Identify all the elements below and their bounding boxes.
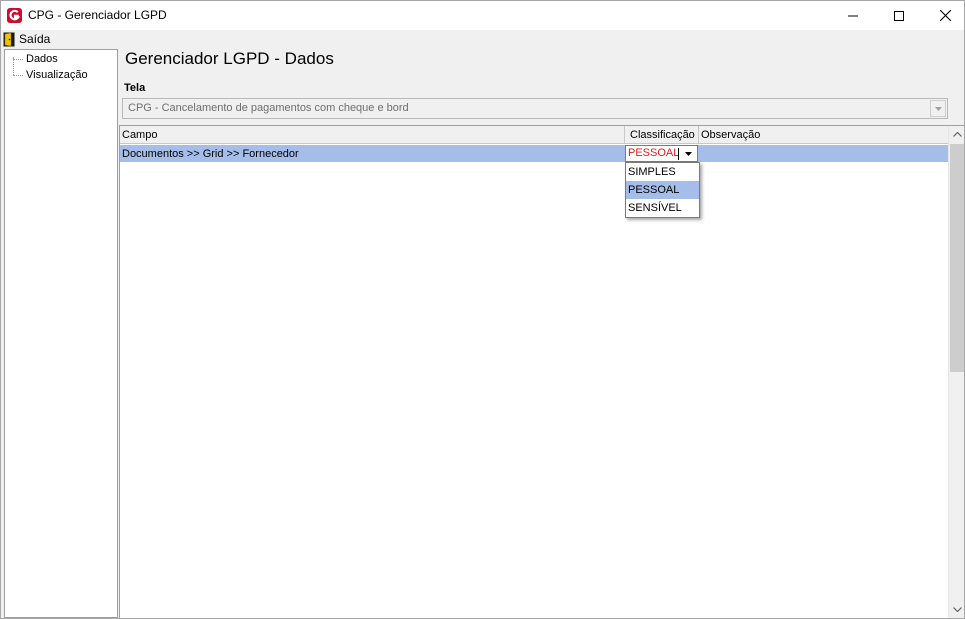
cpg-logo-icon: [7, 8, 22, 23]
classificacao-dropdown-list: SIMPLES PESSOAL SENSÍVEL: [625, 162, 700, 218]
tree-item-label: Visualização: [26, 69, 88, 81]
maximize-icon: [894, 10, 904, 21]
maximize-button[interactable]: [876, 1, 922, 30]
app-window: CPG - Gerenciador LGPD Saída Dados Visua…: [0, 0, 965, 619]
tela-combobox-button[interactable]: [930, 100, 946, 117]
tree-item-label: Dados: [26, 53, 58, 65]
chevron-down-icon: [685, 151, 692, 156]
title-bar[interactable]: CPG - Gerenciador LGPD: [1, 1, 964, 30]
scroll-down-button[interactable]: [949, 601, 964, 618]
tela-label: Tela: [124, 82, 146, 94]
chevron-down-icon: [934, 106, 942, 111]
window-title: CPG - Gerenciador LGPD: [28, 8, 167, 22]
exit-door-icon: [3, 32, 15, 46]
scroll-up-button[interactable]: [949, 126, 964, 143]
menu-item-saida[interactable]: Saída: [3, 30, 50, 48]
close-icon: [939, 10, 951, 21]
classificacao-editor-value: PESSOAL: [628, 147, 680, 159]
dropdown-option-simples[interactable]: SIMPLES: [626, 163, 699, 181]
classificacao-dropdown-button[interactable]: [680, 146, 697, 161]
minimize-icon: [848, 15, 858, 16]
grid-header: Campo Classificação Observação: [120, 126, 948, 144]
scrollbar-thumb[interactable]: [950, 144, 964, 372]
dropdown-option-pessoal[interactable]: PESSOAL: [626, 181, 699, 199]
tela-combobox-value: CPG - Cancelamento de pagamentos com che…: [128, 102, 409, 114]
column-header-campo[interactable]: Campo: [120, 126, 625, 143]
table-row[interactable]: Documentos >> Grid >> Fornecedor: [120, 145, 948, 162]
data-grid: Campo Classificação Observação Documento…: [119, 125, 964, 618]
close-button[interactable]: [922, 1, 964, 30]
page-title: Gerenciador LGPD - Dados: [125, 49, 334, 68]
vertical-scrollbar[interactable]: [948, 126, 964, 618]
tela-combobox[interactable]: CPG - Cancelamento de pagamentos com che…: [122, 98, 948, 119]
chevron-up-icon: [952, 132, 962, 137]
menu-bar: Saída: [1, 30, 964, 48]
dropdown-option-sensivel[interactable]: SENSÍVEL: [626, 199, 699, 217]
column-header-classificacao[interactable]: Classificação: [625, 126, 699, 143]
cell-observacao[interactable]: [699, 145, 948, 162]
tree-item-dados[interactable]: Dados: [5, 51, 58, 67]
tree-item-visualizacao[interactable]: Visualização: [5, 67, 88, 83]
menu-label-saida: Saída: [19, 32, 51, 46]
text-caret: [678, 148, 679, 160]
navigation-tree: Dados Visualização: [4, 49, 118, 618]
cell-campo[interactable]: Documentos >> Grid >> Fornecedor: [120, 145, 625, 162]
column-header-observacao[interactable]: Observação: [699, 126, 948, 143]
classificacao-editor[interactable]: PESSOAL: [625, 145, 698, 162]
tree-branch-line: [13, 74, 23, 76]
chevron-down-icon: [952, 607, 962, 612]
minimize-button[interactable]: [830, 1, 876, 30]
tree-branch-line: [13, 58, 23, 60]
